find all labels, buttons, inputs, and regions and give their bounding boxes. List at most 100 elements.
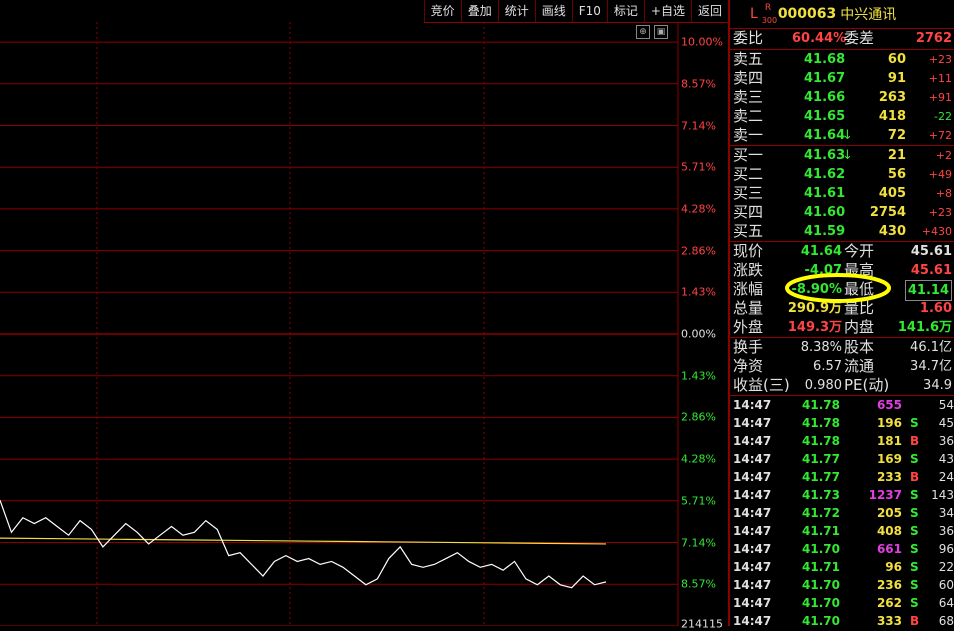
tick-time: 14:47 [733,578,772,592]
buys-price: 41.63 [804,148,846,163]
market-flag: L [750,6,758,22]
tick-price: 41.77 [802,452,840,466]
stock-name: 中兴通讯 [840,7,897,23]
tick-time: 14:47 [733,416,772,430]
tick-count: 45 [938,416,954,430]
weibi-row: 委比 60.44% 委差 2762 [733,29,952,47]
tick-price: 41.78 [802,398,840,412]
f10-button[interactable]: F10 [571,0,607,22]
quote-value2: 45.61 [910,244,952,259]
quote-label2: 内盘 [844,318,875,336]
tick-row: 14:47 41.77 169 S 43 [730,450,954,468]
y-label-down: 5.71% [681,494,716,508]
buys-change: +23 [928,206,952,219]
sells-price: 41.66 [804,90,846,105]
tick-count: 96 [938,542,954,556]
statistics-button[interactable]: 统计 [497,0,535,22]
y-label-down: 7.14% [681,536,716,549]
quote-label: 外盘 [733,318,764,336]
tick-count: 143 [931,488,954,502]
stock-sub: 300 [761,16,778,25]
y-label-down: 4.28% [681,452,716,466]
tick-list: 14:47 41.78 655 54 14:47 41.78 196 S 45 14:47 41.7… [730,395,954,630]
y-label-bottom: 214115 [681,617,723,631]
highlight-ellipse [785,273,891,303]
buys-row: 买二 41.62 56 +49 [730,165,954,184]
tick-row: 14:47 41.70 333 B 68 [730,612,954,630]
tick-volume: 236 [876,578,902,592]
price-line [0,500,607,589]
intraday-chart[interactable]: 竞价 叠加 统计 画线 F10 标记 +自选 返回 ⊕ ▣ 10.00% 8.57… [0,0,728,631]
y-label-down: 1.43% [681,369,716,383]
expand-icon[interactable]: ▣ [654,25,668,39]
buys-price: 41.59 [804,224,846,239]
tick-time: 14:47 [733,524,772,538]
tick-price: 41.71 [802,560,840,574]
y-label-up: 10.00% [681,35,723,49]
tick-side: S [910,488,919,502]
quote-row: 现价 41.64 今开 45.61 [730,242,954,261]
quote-label: 总量 [733,299,764,317]
bidding-button[interactable]: 竞价 [423,0,461,22]
quote-row: 外盘 149.3万 内盘 141.6万 [730,318,954,337]
mark-button[interactable]: 标记 [606,0,644,22]
tick-price: 41.72 [802,506,840,520]
y-label-up: 8.57% [681,77,716,91]
sells-volume: 418 [878,109,906,124]
stock-stats: 换手 8.38% 股本 46.1亿 净资 6.57 流通 34.7亿 收益(三) 0.980 PE(… [730,337,954,395]
overlay-button[interactable]: 叠加 [460,0,498,22]
sells-change: -22 [934,110,952,123]
tick-side: S [910,596,919,610]
quote-value2: 41.14 [904,280,952,301]
average-price-line [0,537,607,545]
tick-time: 14:47 [733,596,772,610]
stats-label2: 股本 [844,338,875,356]
stats-row: 净资 6.57 流通 34.7亿 [730,357,954,376]
tick-count: 68 [938,614,954,628]
sells-volume: 91 [887,71,906,86]
quote-value2: 141.6万 [897,320,952,335]
tick-row: 14:47 41.78 655 54 [730,396,954,414]
tick-price: 41.70 [802,542,840,556]
stats-row: 换手 8.38% 股本 46.1亿 [730,338,954,357]
tick-volume: 169 [876,452,902,466]
stats-value2: 46.1亿 [910,340,952,355]
sells-volume: 60 [887,52,906,67]
y-label-down: 8.57% [681,577,716,591]
tick-volume: 262 [876,596,902,610]
buys-volume: 405 [878,186,906,201]
buys-row: 买三 41.61 405 +8 [730,184,954,203]
buys-row: 买五 41.59 430 +430 [730,222,954,241]
sells-volume: 72 [887,128,906,143]
tick-price: 41.71 [802,524,840,538]
sells-row: 卖五 41.68 60 +23 [730,50,954,69]
buys-change: +49 [928,168,952,181]
tick-price: 41.78 [802,416,840,430]
tick-time: 14:47 [733,434,772,448]
draw-line-button[interactable]: 画线 [534,0,572,22]
zoom-in-icon[interactable]: ⊕ [636,25,650,39]
stock-code: 000063 [777,6,837,22]
tick-side: S [910,416,919,430]
sell-orders: 卖五 41.68 60 +23 卖四 41.67 91 +11 卖三 41.66 263 +91 卖二 4… [730,49,954,145]
tick-row: 14:47 41.78 196 S 45 [730,414,954,432]
quote-value: 149.3万 [787,320,842,335]
tick-row: 14:47 41.72 205 S 34 [730,504,954,522]
sells-label: 卖二 [733,107,764,125]
sells-row: 卖三 41.66 263 +91 [730,88,954,107]
buys-label: 买三 [733,184,764,202]
chart-corner-icons: ⊕ ▣ [636,25,668,39]
quote-value: 41.64 [800,244,842,259]
tick-volume: 205 [876,506,902,520]
add-watchlist-button[interactable]: +自选 [643,0,691,22]
back-button[interactable]: 返回 [690,0,728,22]
buys-row: 买一 41.63 ↓ 21 +2 [730,146,954,165]
tick-price: 41.78 [802,434,840,448]
stats-value: 8.38% [800,340,842,355]
tick-count: 43 [938,452,954,466]
tick-row: 14:47 41.71 96 S 22 [730,558,954,576]
sells-price: 41.64 [804,128,846,143]
tick-row: 14:47 41.70 236 S 60 [730,576,954,594]
sells-label: 卖五 [733,50,764,68]
tick-count: 36 [938,524,954,538]
